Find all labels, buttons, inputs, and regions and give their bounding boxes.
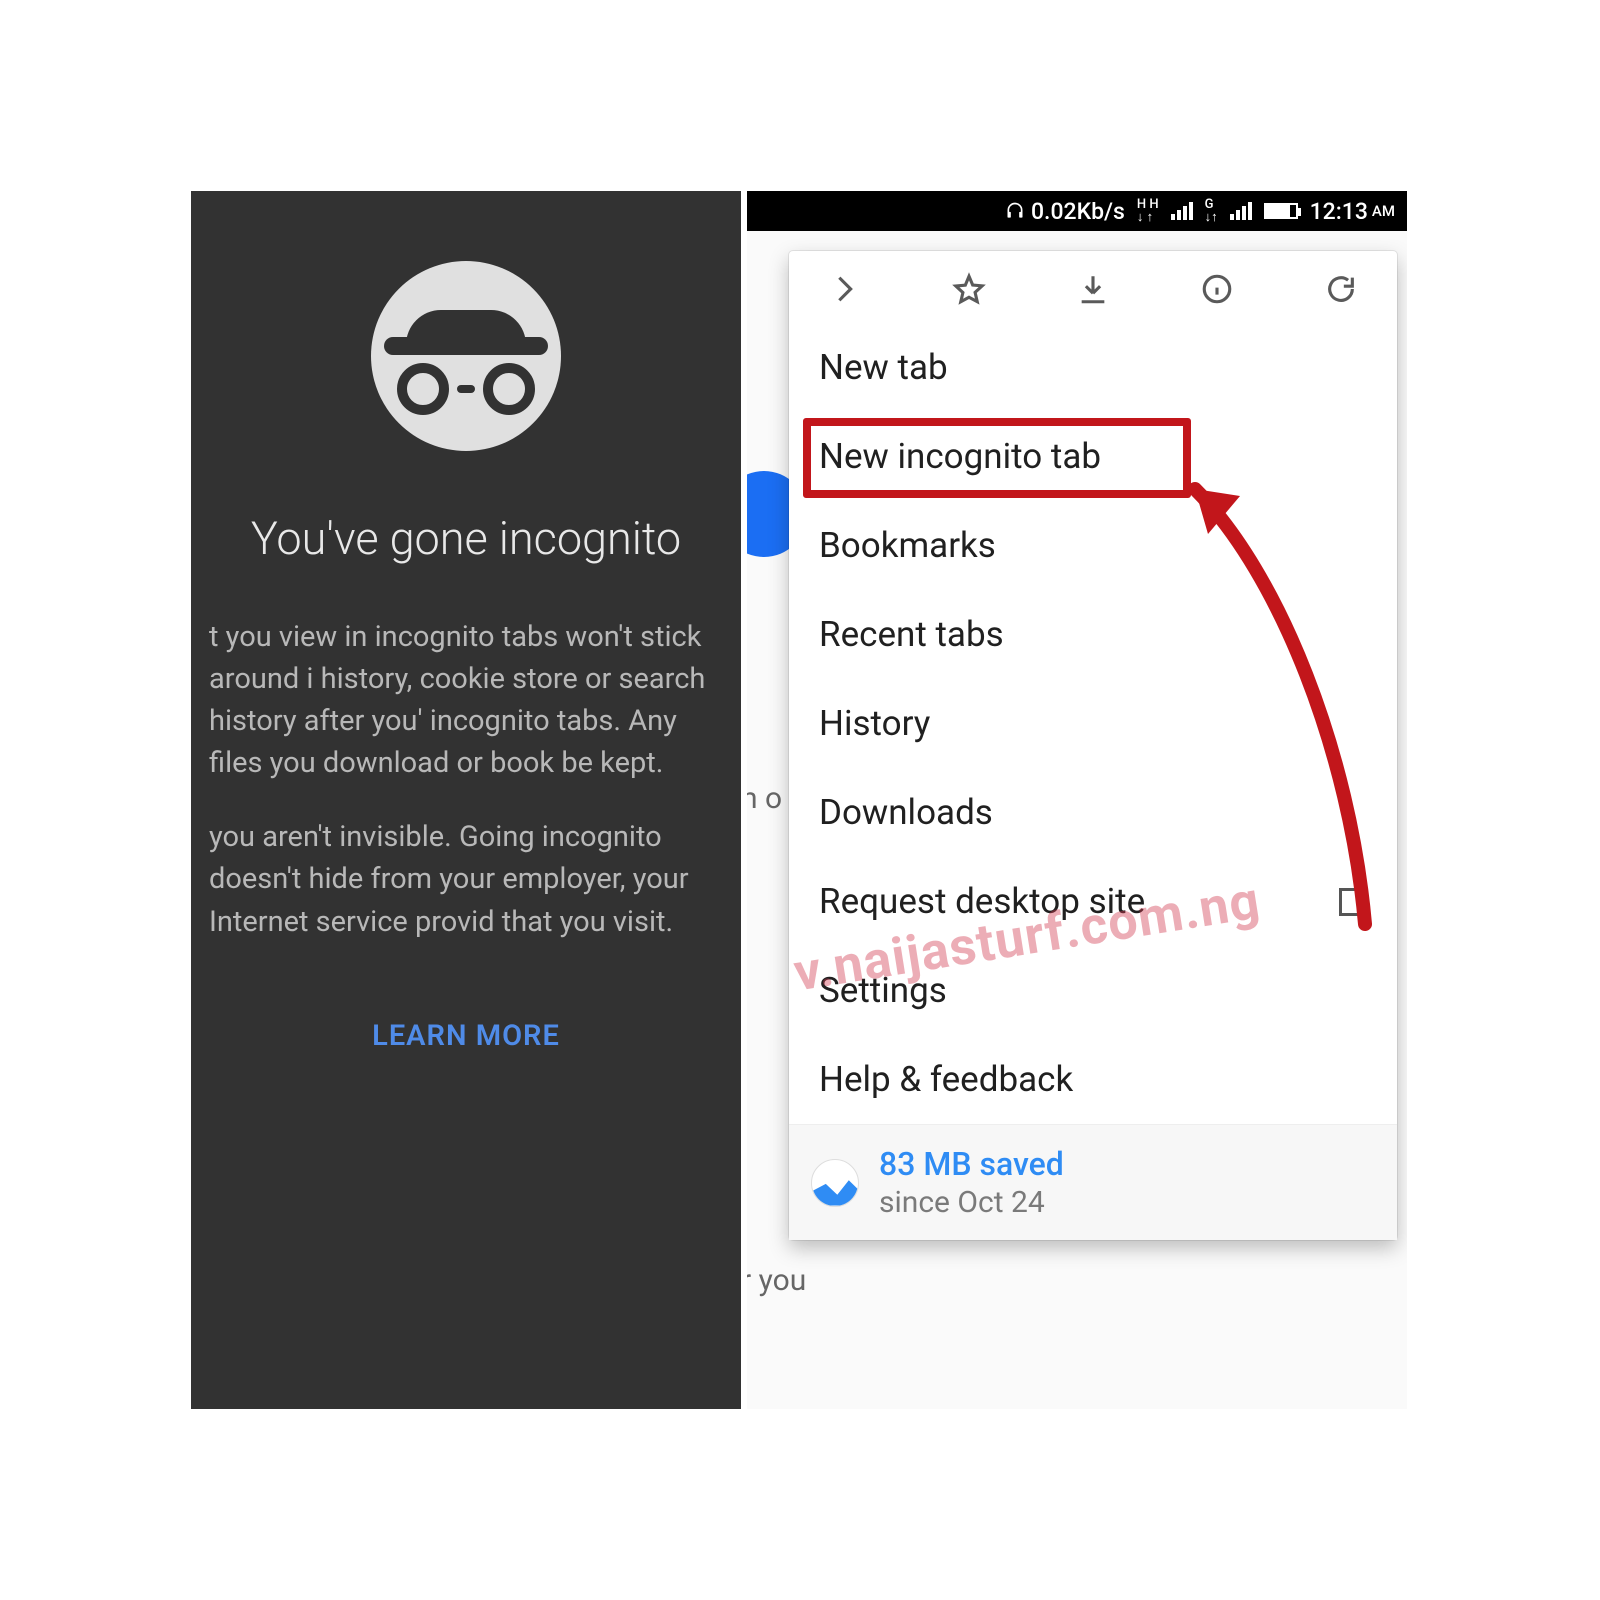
bg-text-2: r you bbox=[747, 1263, 806, 1298]
chrome-menu-panel: 0.02Kb/s H H↓ ↑ G↓↑ 12:13 AM h o r you i… bbox=[747, 191, 1407, 1409]
clock-time: 12:13 bbox=[1310, 198, 1368, 225]
menu-item-request-desktop-site[interactable]: Request desktop site bbox=[789, 857, 1397, 946]
menu-item-settings[interactable]: Settings bbox=[789, 946, 1397, 1035]
incognito-icon bbox=[371, 261, 561, 451]
menu-item-new-incognito-tab[interactable]: New incognito tab bbox=[789, 412, 1397, 501]
menu-item-history[interactable]: History bbox=[789, 679, 1397, 768]
menu-item-bookmarks[interactable]: Bookmarks bbox=[789, 501, 1397, 590]
signal-1-icon bbox=[1171, 202, 1193, 220]
star-icon[interactable] bbox=[951, 271, 987, 307]
bg-text-3: ias bbox=[747, 1406, 780, 1409]
forward-icon[interactable] bbox=[827, 271, 863, 307]
menu-toolbar bbox=[789, 251, 1397, 323]
menu-item-downloads[interactable]: Downloads bbox=[789, 768, 1397, 857]
incognito-paragraph-2: you aren't invisible. Going incognito do… bbox=[209, 816, 723, 942]
incognito-screen: You've gone incognito t you view in inco… bbox=[191, 191, 741, 1409]
net-speed: 0.02Kb/s bbox=[1031, 198, 1125, 225]
incognito-panel: You've gone incognito t you view in inco… bbox=[191, 191, 747, 1409]
clock-ampm: AM bbox=[1372, 202, 1395, 220]
headphones-icon bbox=[1005, 201, 1025, 221]
bg-text-1: h o bbox=[747, 781, 782, 816]
download-icon[interactable] bbox=[1075, 271, 1111, 307]
chrome-overflow-menu: New tab New incognito tab Bookmarks Rece… bbox=[789, 251, 1397, 1240]
data-saver-amount: 83 MB saved bbox=[879, 1145, 1064, 1183]
incognito-title: You've gone incognito bbox=[251, 506, 681, 571]
battery-icon bbox=[1264, 203, 1298, 219]
status-bar: 0.02Kb/s H H↓ ↑ G↓↑ 12:13 AM bbox=[747, 191, 1407, 231]
menu-item-help-feedback[interactable]: Help & feedback bbox=[789, 1035, 1397, 1124]
signal-2-icon bbox=[1230, 202, 1252, 220]
learn-more-link[interactable]: Learn More bbox=[372, 1015, 560, 1057]
network-label-h: H H↓ ↑ bbox=[1137, 198, 1159, 224]
desktop-site-checkbox[interactable] bbox=[1339, 888, 1367, 916]
network-label-g: G↓↑ bbox=[1205, 198, 1218, 224]
menu-item-new-tab[interactable]: New tab bbox=[789, 323, 1397, 412]
incognito-paragraph-1: t you view in incognito tabs won't stick… bbox=[209, 616, 723, 784]
data-saver-footer[interactable]: 83 MB saved since Oct 24 bbox=[789, 1124, 1397, 1240]
menu-item-recent-tabs[interactable]: Recent tabs bbox=[789, 590, 1397, 679]
reload-icon[interactable] bbox=[1323, 271, 1359, 307]
info-icon[interactable] bbox=[1199, 271, 1235, 307]
data-saver-icon bbox=[811, 1159, 859, 1207]
data-saver-since: since Oct 24 bbox=[879, 1185, 1064, 1220]
